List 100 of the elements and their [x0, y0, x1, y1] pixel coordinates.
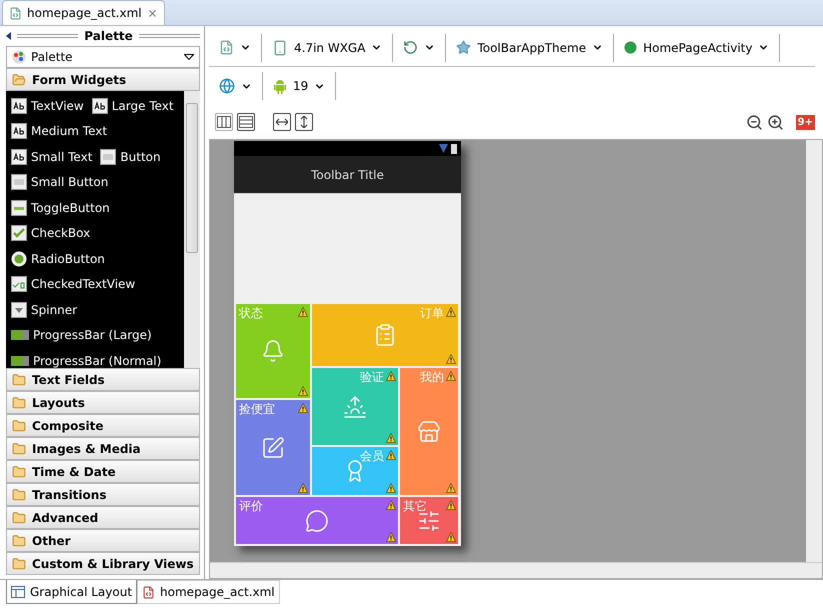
toolbar-dropdown[interactable]: HomePageActivity: [614, 34, 780, 62]
editor-mode-tab[interactable]: Graphical Layout: [6, 580, 138, 604]
widget-item[interactable]: Medium Text: [11, 123, 108, 140]
checked-text-widget-icon: [11, 276, 27, 292]
fit-width-icon[interactable]: [273, 113, 291, 131]
progress-widget-icon: [11, 330, 29, 340]
checkbox-widget-icon: [11, 225, 27, 242]
edit-icon: [261, 436, 285, 460]
widget-item[interactable]: Button: [100, 148, 161, 165]
dropdown-caret-icon: [184, 54, 194, 60]
chat-bubble-icon: [305, 508, 329, 532]
layout-icon: [11, 586, 25, 598]
progress-widget-icon: [11, 356, 29, 366]
editor-tab[interactable]: homepage_act.xml: [2, 0, 165, 25]
button-widget-icon: [11, 174, 27, 190]
toolbar-dropdown[interactable]: 19: [263, 72, 336, 100]
folder-icon: [12, 418, 26, 432]
zoom-in-icon[interactable]: [766, 114, 784, 130]
widget-item[interactable]: RadioButton: [11, 250, 105, 267]
warning-icon: [446, 354, 456, 364]
warning-icon: [386, 450, 396, 460]
widget-item[interactable]: CheckBox: [11, 225, 90, 242]
folder-icon: [12, 534, 26, 548]
palette-category[interactable]: Advanced: [6, 506, 200, 529]
editor-mode-tab[interactable]: homepage_act.xml: [137, 580, 280, 604]
rows-view-icon[interactable]: [237, 113, 255, 131]
collapse-arrow-icon[interactable]: [6, 32, 11, 40]
star-icon: [456, 40, 472, 55]
sunrise-icon: [343, 394, 367, 418]
widget-item[interactable]: Spinner: [11, 302, 78, 318]
toggle-widget-icon: [11, 200, 27, 216]
folder-icon: [12, 442, 26, 456]
vertical-scrollbar[interactable]: [806, 140, 822, 562]
menu-tile[interactable]: 捡便宜: [236, 400, 310, 495]
widget-item[interactable]: Large Text: [92, 98, 174, 114]
spinner-widget-icon: [11, 302, 27, 318]
bell-icon: [261, 339, 285, 363]
wifi-icon: [439, 144, 448, 153]
palette-dropdown[interactable]: Palette: [6, 46, 200, 68]
text-widget-icon: [11, 98, 27, 114]
palette-icon: [12, 50, 26, 64]
widget-item[interactable]: ProgressBar (Normal): [11, 354, 162, 368]
folder-icon: [12, 488, 26, 502]
widget-item[interactable]: Small Button: [11, 174, 108, 190]
open-folder-icon: [12, 72, 26, 86]
widget-item[interactable]: CheckedTextView: [11, 276, 136, 292]
warning-icon: [446, 500, 456, 510]
layout-file-icon: [219, 40, 234, 55]
palette-category[interactable]: Other: [6, 529, 200, 552]
warning-icon: [298, 403, 308, 413]
close-icon[interactable]: [146, 8, 158, 18]
horizontal-scrollbar[interactable]: [210, 562, 822, 578]
warning-icon: [298, 483, 308, 493]
palette-category[interactable]: Composite: [6, 414, 200, 437]
columns-view-icon[interactable]: [215, 113, 233, 131]
zoom-out-icon[interactable]: [746, 114, 763, 130]
tab-title: homepage_act.xml: [27, 6, 142, 20]
globe-icon: [219, 78, 235, 94]
android-icon: [273, 78, 287, 94]
text-widget-icon: [11, 123, 27, 140]
warning-icon: [386, 483, 396, 493]
scrollbar[interactable]: [184, 91, 200, 368]
palette-category[interactable]: Layouts: [6, 391, 200, 414]
widget-item[interactable]: Small Text: [11, 148, 92, 165]
text-widget-icon: [11, 148, 27, 165]
warning-icon: [446, 532, 456, 542]
xml-file-icon: [142, 586, 156, 598]
phone-icon: [272, 40, 288, 56]
widget-item[interactable]: ToggleButton: [11, 200, 110, 216]
menu-tile[interactable]: 评价: [236, 497, 398, 544]
palette-category[interactable]: Custom & Library Views: [6, 552, 200, 575]
rotate-icon: [403, 40, 418, 55]
warning-icon: [446, 483, 456, 493]
folder-icon: [12, 556, 26, 570]
notification-badge[interactable]: 9+: [796, 114, 815, 130]
text-widget-icon: [92, 98, 108, 114]
activity-icon: [624, 41, 638, 54]
folder-icon: [12, 464, 26, 478]
toolbar-dropdown[interactable]: 4.7in WXGA: [262, 34, 394, 62]
folder-icon: [12, 372, 26, 386]
widget-item[interactable]: ProgressBar (Large): [11, 328, 152, 342]
toolbar-dropdown[interactable]: ToolBarAppTheme: [446, 34, 614, 62]
button-widget-icon: [100, 148, 116, 165]
warning-icon: [386, 532, 396, 542]
palette-category[interactable]: Time & Date: [6, 460, 200, 483]
store-icon: [417, 420, 441, 444]
warning-icon: [386, 500, 396, 510]
warning-icon: [298, 307, 308, 317]
palette-category[interactable]: Images & Media: [6, 437, 200, 460]
fit-height-icon[interactable]: [295, 113, 313, 131]
palette-category[interactable]: Form Widgets: [6, 68, 200, 91]
folder-icon: [12, 396, 26, 410]
palette-category[interactable]: Text Fields: [6, 368, 200, 391]
warning-icon: [446, 307, 456, 317]
widget-item[interactable]: TextView: [11, 98, 84, 114]
battery-icon: [451, 142, 457, 154]
warning-icon: [298, 386, 308, 396]
xml-file-icon: [9, 6, 22, 20]
palette-category[interactable]: Transitions: [6, 483, 200, 506]
warning-icon: [386, 433, 396, 443]
